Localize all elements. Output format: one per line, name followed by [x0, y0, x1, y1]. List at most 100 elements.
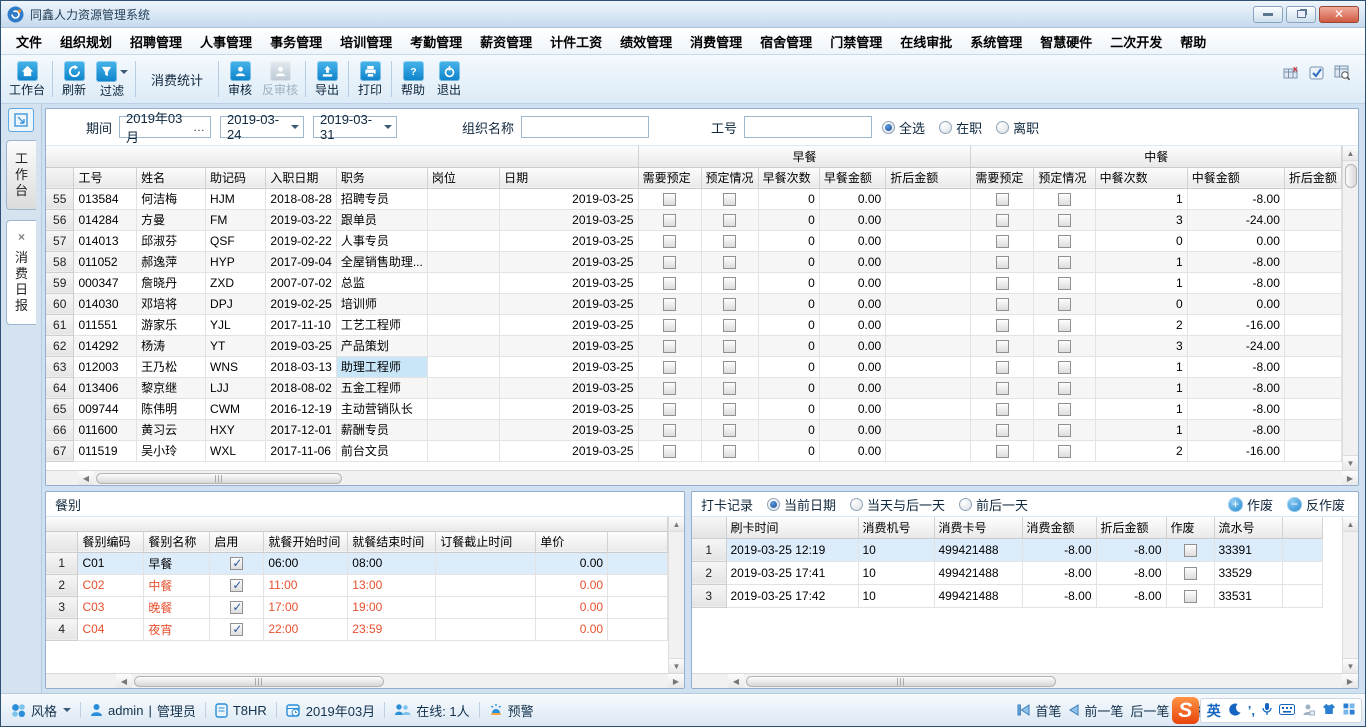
cell[interactable]	[638, 398, 701, 419]
column-header[interactable]: 单价	[536, 531, 608, 552]
cell[interactable]	[427, 293, 499, 314]
cell[interactable]: C03	[78, 596, 144, 618]
cell[interactable]	[886, 419, 971, 440]
cell[interactable]: 1	[1095, 251, 1187, 272]
cell[interactable]: 10	[858, 584, 934, 607]
cell[interactable]: 0.00	[819, 251, 885, 272]
employee-row[interactable]: 61011551游家乐YJL2017-11-10工艺工程师2019-03-250…	[46, 314, 1342, 335]
checkbox[interactable]	[230, 623, 243, 636]
export-button[interactable]: 导出	[309, 57, 345, 101]
alert-item[interactable]: 预警	[489, 701, 534, 720]
print-button[interactable]: 打印	[352, 57, 388, 101]
cell[interactable]: -24.00	[1187, 335, 1284, 356]
checkbox[interactable]	[663, 361, 676, 374]
scrollbar-thumb[interactable]: |||	[134, 676, 384, 687]
cell[interactable]	[971, 251, 1034, 272]
cell[interactable]	[971, 293, 1034, 314]
menu-item[interactable]: 在线审批	[891, 28, 961, 55]
cell[interactable]	[210, 618, 264, 640]
cell[interactable]	[1284, 419, 1341, 440]
cell[interactable]: -8.00	[1187, 356, 1284, 377]
scroll-up-icon[interactable]: ▲	[669, 517, 684, 532]
menu-item[interactable]: 考勤管理	[401, 28, 471, 55]
current-user[interactable]: admin|管理员	[90, 701, 196, 720]
radio-option[interactable]: 全选	[882, 118, 925, 137]
cell[interactable]: FM	[206, 209, 266, 230]
scroll-up-icon[interactable]: ▲	[1343, 517, 1358, 532]
minimize-button[interactable]	[1253, 6, 1283, 23]
main-grid-vscrollbar[interactable]: ▲ ▼	[1342, 146, 1358, 470]
column-header[interactable]: 就餐开始时间	[264, 531, 348, 552]
cell[interactable]: WXL	[206, 440, 266, 461]
cell[interactable]	[701, 377, 758, 398]
cell[interactable]: 0	[758, 356, 819, 377]
column-header[interactable]: 折后金额	[1096, 517, 1166, 538]
cell[interactable]	[427, 356, 499, 377]
cell[interactable]	[701, 419, 758, 440]
checkbox[interactable]	[1058, 214, 1071, 227]
cell[interactable]	[638, 272, 701, 293]
filter-button[interactable]: 过滤	[92, 57, 132, 101]
cell[interactable]: HXY	[206, 419, 266, 440]
scroll-right-icon[interactable]: ▶	[1342, 471, 1358, 485]
column-header[interactable]: 入职日期	[266, 167, 336, 188]
collapse-panel-icon[interactable]	[8, 108, 34, 132]
filter-dropdown-icon[interactable]	[120, 70, 128, 74]
column-header[interactable]: 职务	[336, 167, 427, 188]
cell[interactable]: 17:00	[264, 596, 348, 618]
checkbox[interactable]	[723, 319, 736, 332]
employee-row[interactable]: 55013584何洁梅HJM2018-08-28招聘专员2019-03-2500…	[46, 188, 1342, 209]
cell[interactable]: 2019-03-25 17:41	[726, 561, 858, 584]
checkbox[interactable]	[996, 214, 1009, 227]
cell[interactable]: 2019-03-25	[500, 335, 638, 356]
prev-record-button[interactable]: 前一笔	[1068, 701, 1123, 720]
cell[interactable]: CWM	[206, 398, 266, 419]
checkbox[interactable]	[1058, 340, 1071, 353]
menu-item[interactable]: 二次开发	[1101, 28, 1171, 55]
cell[interactable]	[886, 230, 971, 251]
cell[interactable]: 2019-02-25	[266, 293, 336, 314]
cell[interactable]: -8.00	[1096, 584, 1166, 607]
ime-mic-icon[interactable]	[1262, 702, 1272, 719]
checkbox[interactable]	[723, 424, 736, 437]
cell[interactable]: 2019-03-25 12:19	[726, 538, 858, 561]
cell[interactable]	[886, 377, 971, 398]
column-header[interactable]: 中餐	[971, 146, 1342, 167]
cell[interactable]: 19:00	[348, 596, 436, 618]
checkbox[interactable]	[996, 298, 1009, 311]
checkbox[interactable]	[1184, 544, 1197, 557]
cell[interactable]: 2018-08-28	[266, 188, 336, 209]
cell[interactable]: 邓培将	[137, 293, 206, 314]
checkbox[interactable]	[1058, 382, 1071, 395]
employee-row[interactable]: 56014284方曼FM2019-03-22跟单员2019-03-2500.00…	[46, 209, 1342, 230]
cell[interactable]: 1	[1095, 377, 1187, 398]
cell[interactable]: 0	[758, 209, 819, 230]
menu-item[interactable]: 文件	[7, 28, 51, 55]
employee-row[interactable]: 67011519吴小玲WXL2017-11-06前台文员2019-03-2500…	[46, 440, 1342, 461]
column-header[interactable]: 早餐	[638, 146, 971, 167]
cell[interactable]: 2019-03-25	[500, 356, 638, 377]
employee-row[interactable]: 60014030邓培将DPJ2019-02-25培训师2019-03-2500.…	[46, 293, 1342, 314]
cell[interactable]: 0.00	[819, 335, 885, 356]
cell[interactable]: 2	[1095, 314, 1187, 335]
scroll-left-icon[interactable]: ◀	[116, 674, 132, 688]
checkbox[interactable]	[663, 235, 676, 248]
cell[interactable]: 黄习云	[137, 419, 206, 440]
scroll-left-icon[interactable]: ◀	[78, 471, 94, 485]
cell[interactable]: 2019-03-25	[500, 209, 638, 230]
cell[interactable]: 主动营销队长	[336, 398, 427, 419]
cell[interactable]: 0.00	[819, 419, 885, 440]
cell[interactable]: C02	[78, 574, 144, 596]
cell[interactable]	[1282, 538, 1322, 561]
cell[interactable]	[427, 419, 499, 440]
column-header[interactable]: 预定情况	[1034, 167, 1095, 188]
cell[interactable]: 郝逸萍	[137, 251, 206, 272]
employee-row[interactable]: 59000347詹晓丹ZXD2007-07-02总监2019-03-2500.0…	[46, 272, 1342, 293]
cell[interactable]: 3	[1095, 335, 1187, 356]
cell[interactable]: 2019-03-25	[500, 251, 638, 272]
cell[interactable]: 何洁梅	[137, 188, 206, 209]
cell[interactable]: 2019-03-25 17:42	[726, 584, 858, 607]
cell[interactable]: 2017-11-10	[266, 314, 336, 335]
column-header[interactable]: 餐别名称	[144, 531, 210, 552]
cell[interactable]	[971, 377, 1034, 398]
